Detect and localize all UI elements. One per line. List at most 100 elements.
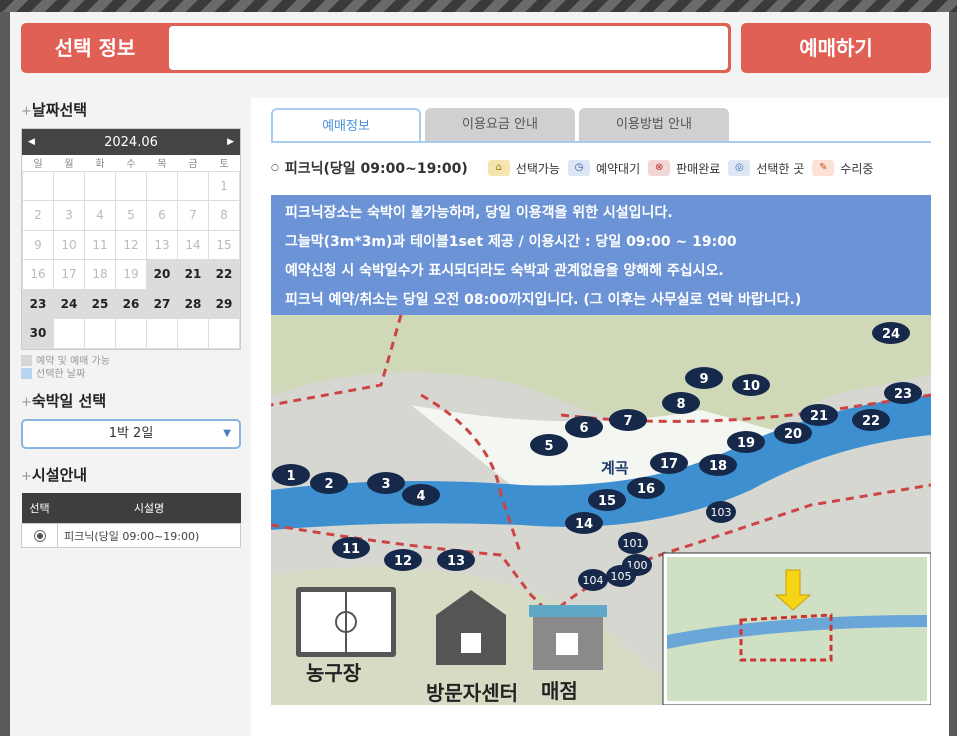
calendar-month: 2024.06 — [104, 134, 158, 150]
selected-swatch — [21, 367, 32, 379]
picnic-spot-number: 9 — [699, 372, 708, 387]
calendar-day: 8 — [208, 200, 240, 231]
tab-underline — [271, 141, 931, 143]
calendar-day[interactable]: 28 — [177, 288, 209, 319]
stay-section-title: +숙박일 선택 — [21, 391, 107, 410]
calendar-day: 7 — [177, 200, 209, 231]
picnic-spot-number: 16 — [637, 482, 655, 497]
calendar-day: 6 — [146, 200, 178, 231]
calendar-day: 2 — [22, 200, 54, 231]
calendar-day[interactable]: 25 — [84, 288, 116, 319]
stay-select[interactable]: 1박 2일 ▼ — [21, 418, 241, 449]
calendar-day: 12 — [115, 229, 147, 260]
calendar-day: 17 — [53, 259, 85, 290]
calendar-legend: 예약 및 예매 가능 선택한 날짜 — [21, 354, 241, 381]
calendar-day[interactable]: 27 — [146, 288, 178, 319]
calendar-empty-cell — [84, 170, 116, 201]
notice-line: 예약신청 시 숙박일수가 표시되더라도 숙박과 관계없음을 양해해 주십시오. — [285, 263, 724, 279]
calendar-empty-cell — [208, 318, 240, 349]
weekday-label: 월 — [53, 155, 85, 172]
weekday-label: 화 — [84, 155, 116, 172]
selected-place-icon: ◎ — [728, 160, 751, 176]
picnic-spot-number: 20 — [784, 427, 802, 442]
top-bar: 선택 정보 예매하기 — [21, 23, 931, 73]
facility-title: 피크닉(당일 09:00~19:00) — [284, 161, 468, 177]
calendar-empty-cell — [146, 170, 178, 201]
calendar-day[interactable]: 23 — [22, 288, 54, 319]
picnic-spot-number: 6 — [579, 421, 588, 436]
calendar-day[interactable]: 29 — [208, 288, 240, 319]
calendar-empty-cell — [22, 170, 54, 201]
status-legend: ○ 피크닉(당일 09:00~19:00) ⌂ 선택가능 ◷ 예약대기 ⊗ 판매완료 … — [271, 158, 881, 178]
facility-marker-number: 101 — [623, 537, 644, 550]
shop-label: 매점 — [541, 679, 578, 703]
calendar-day: 16 — [22, 259, 54, 290]
calendar-day[interactable]: 30 — [22, 318, 54, 349]
picnic-spot-number: 21 — [810, 409, 828, 424]
notice-box: 피크닉장소는 숙박이 불가능하며, 당일 이용객을 위한 시설입니다. 그늘막(… — [271, 195, 931, 315]
calendar-empty-cell — [115, 318, 147, 349]
top-stripe — [0, 0, 957, 12]
picnic-spot-number: 3 — [381, 477, 390, 492]
weekday-label: 수 — [115, 155, 147, 172]
facility-marker-number: 105 — [611, 570, 632, 583]
picnic-spot-number: 22 — [862, 414, 880, 429]
visitor-center-label: 방문자센터 — [426, 681, 518, 705]
site-map: 계곡 1 2 3 4 5 6 7 8 9 10 11 12 13 14 15 16 17 18 19 20 21 22 23… — [271, 315, 931, 705]
calendar-day: 15 — [208, 229, 240, 260]
calendar-empty-cell — [177, 318, 209, 349]
picnic-spot-number: 8 — [676, 397, 685, 412]
picnic-spot-number: 17 — [660, 457, 678, 472]
facility-radio[interactable] — [21, 523, 58, 548]
main-panel: 예매정보 이용요금 안내 이용방법 안내 ○ 피크닉(당일 09:00~19:0… — [251, 98, 949, 736]
facility-marker-number: 103 — [711, 506, 732, 519]
notice-line: 그늘막(3m*3m)과 테이블1set 제공 / 이용시간 : 당일 09:00… — [285, 234, 737, 250]
facility-section-title: +시설안내 — [21, 465, 88, 484]
selection-info-field — [169, 26, 728, 70]
calendar-day: 18 — [84, 259, 116, 290]
picnic-spot-number: 7 — [623, 414, 632, 429]
calendar-day: 5 — [115, 200, 147, 231]
calendar-day[interactable]: 22 — [208, 259, 240, 290]
calendar-day: 14 — [177, 229, 209, 260]
picnic-spot-number: 23 — [894, 387, 912, 402]
calendar-day[interactable]: 26 — [115, 288, 147, 319]
picnic-spot-number: 18 — [709, 459, 727, 474]
picnic-spot-number: 5 — [544, 439, 553, 454]
next-month-icon[interactable]: ▶ — [227, 137, 234, 147]
picnic-spot-number: 24 — [882, 327, 900, 342]
calendar-day[interactable]: 24 — [53, 288, 85, 319]
calendar-day: 19 — [115, 259, 147, 290]
picnic-spot-number: 4 — [416, 489, 425, 504]
calendar-empty-cell — [146, 318, 178, 349]
soldout-icon: ⊗ — [648, 160, 671, 176]
calendar-empty-cell — [53, 170, 85, 201]
calendar-empty-cell — [177, 170, 209, 201]
bullet-icon: ○ — [271, 163, 279, 173]
calendar-day: 1 — [208, 170, 240, 201]
picnic-spot-number: 14 — [575, 517, 593, 532]
tab-usage-info[interactable]: 이용방법 안내 — [579, 108, 729, 142]
calendar-day[interactable]: 20 — [146, 259, 178, 290]
tab-fee-info[interactable]: 이용요금 안내 — [425, 108, 575, 142]
calendar-day: 11 — [84, 229, 116, 260]
facility-table: 선택 시설명 피크닉(당일 09:00~19:00) — [21, 492, 241, 548]
prev-month-icon[interactable]: ◀ — [28, 137, 35, 147]
selection-info-box: 선택 정보 — [21, 23, 731, 73]
house-icon: ⌂ — [487, 160, 510, 176]
tab-booking-info[interactable]: 예매정보 — [271, 108, 421, 142]
calendar-day[interactable]: 21 — [177, 259, 209, 290]
col-select: 선택 — [21, 492, 58, 524]
clock-icon: ◷ — [567, 160, 590, 176]
calendar-grid: 일월화수목금토 1 2 3 4 5 6 7 8 9 10 11 12 13 14 15 16 17 18 19 20 2… — [22, 155, 240, 349]
table-row[interactable]: 피크닉(당일 09:00~19:00) — [21, 523, 241, 548]
calendar-day: 13 — [146, 229, 178, 260]
available-swatch — [21, 354, 32, 366]
picnic-spot-number: 11 — [342, 542, 360, 557]
picnic-spot-number: 2 — [324, 477, 333, 492]
weekday-label: 일 — [22, 155, 54, 172]
stream-label: 계곡 — [601, 459, 629, 477]
picnic-spot-number: 15 — [598, 494, 616, 509]
book-button[interactable]: 예매하기 — [741, 23, 931, 73]
calendar-day: 9 — [22, 229, 54, 260]
